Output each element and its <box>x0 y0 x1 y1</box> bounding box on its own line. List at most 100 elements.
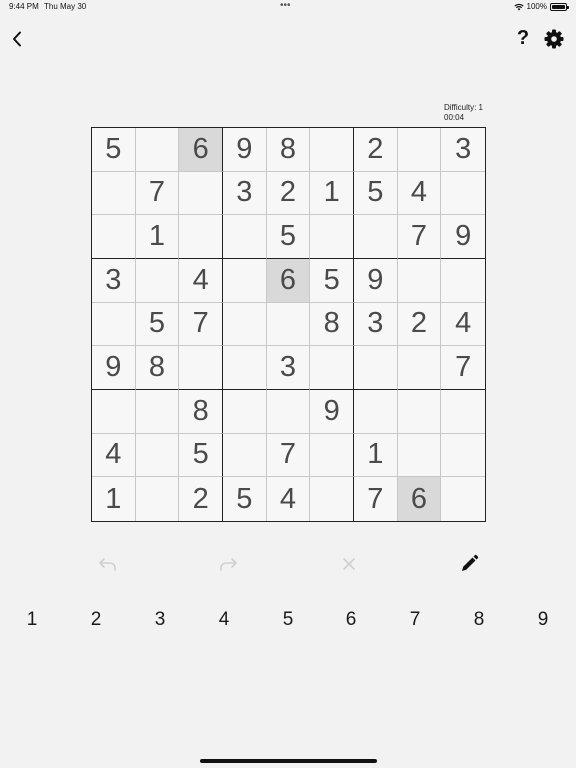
number-key-3[interactable]: 3 <box>144 605 176 635</box>
sudoku-cell[interactable] <box>310 215 354 259</box>
sudoku-cell[interactable]: 1 <box>354 433 398 478</box>
sudoku-cell[interactable]: 9 <box>354 259 398 303</box>
sudoku-cell[interactable] <box>397 390 442 434</box>
sudoku-cell[interactable] <box>310 477 354 521</box>
sudoku-cell[interactable]: 8 <box>266 128 311 172</box>
number-key-5[interactable]: 5 <box>272 605 304 635</box>
sudoku-cell[interactable]: 4 <box>179 259 223 303</box>
sudoku-cell[interactable] <box>310 346 354 390</box>
number-key-6[interactable]: 6 <box>335 605 367 635</box>
sudoku-cell[interactable]: 3 <box>354 302 398 347</box>
sudoku-cell[interactable] <box>354 346 398 390</box>
sudoku-cell[interactable] <box>441 259 485 303</box>
sudoku-cell[interactable] <box>441 433 485 478</box>
sudoku-cell[interactable] <box>397 259 442 303</box>
status-time: 9:44 PM <box>9 2 39 11</box>
sudoku-cell[interactable]: 4 <box>266 477 311 521</box>
sudoku-cell[interactable]: 1 <box>310 171 354 216</box>
sudoku-cell[interactable]: 6 <box>397 477 442 521</box>
sudoku-cell[interactable]: 7 <box>135 171 180 216</box>
number-key-1[interactable]: 1 <box>16 605 48 635</box>
sudoku-cell[interactable]: 9 <box>92 346 136 390</box>
sudoku-cell[interactable] <box>310 433 354 478</box>
sudoku-cell[interactable]: 5 <box>223 477 267 521</box>
sudoku-cell[interactable] <box>135 128 180 172</box>
sudoku-cell[interactable] <box>92 171 136 216</box>
sudoku-cell[interactable] <box>223 302 267 347</box>
sudoku-cell[interactable]: 4 <box>397 171 442 216</box>
number-key-7[interactable]: 7 <box>399 605 431 635</box>
sudoku-cell[interactable] <box>92 215 136 259</box>
undo-button[interactable] <box>96 552 120 576</box>
sudoku-cell[interactable]: 4 <box>92 433 136 478</box>
sudoku-cell[interactable]: 8 <box>135 346 180 390</box>
pencil-button[interactable] <box>457 552 481 576</box>
sudoku-cell[interactable]: 8 <box>310 302 354 347</box>
home-indicator[interactable] <box>200 759 377 763</box>
sudoku-cell[interactable] <box>223 215 267 259</box>
number-key-9[interactable]: 9 <box>527 605 559 635</box>
sudoku-cell[interactable]: 7 <box>441 346 485 390</box>
sudoku-cell[interactable] <box>92 390 136 434</box>
sudoku-cell[interactable]: 2 <box>354 128 398 172</box>
sudoku-cell[interactable] <box>397 128 442 172</box>
sudoku-cell[interactable] <box>266 390 311 434</box>
sudoku-cell[interactable] <box>354 215 398 259</box>
help-button[interactable]: ? <box>513 27 533 51</box>
sudoku-cell[interactable]: 3 <box>92 259 136 303</box>
sudoku-cell[interactable]: 7 <box>354 477 398 521</box>
sudoku-cell[interactable]: 3 <box>266 346 311 390</box>
sudoku-cell[interactable]: 7 <box>397 215 442 259</box>
multitasking-dots[interactable]: ••• <box>280 0 291 11</box>
sudoku-cell[interactable] <box>179 346 223 390</box>
sudoku-cell[interactable] <box>223 259 267 303</box>
sudoku-cell[interactable]: 1 <box>135 215 180 259</box>
sudoku-cell[interactable] <box>397 346 442 390</box>
sudoku-cell[interactable]: 2 <box>266 171 311 216</box>
erase-button[interactable] <box>337 552 361 576</box>
back-button[interactable] <box>6 28 28 50</box>
sudoku-cell[interactable]: 6 <box>179 128 223 172</box>
sudoku-cell[interactable] <box>135 477 180 521</box>
sudoku-cell[interactable] <box>223 433 267 478</box>
sudoku-cell[interactable] <box>441 171 485 216</box>
sudoku-cell[interactable]: 5 <box>179 433 223 478</box>
sudoku-cell[interactable]: 5 <box>354 171 398 216</box>
sudoku-cell[interactable] <box>135 433 180 478</box>
sudoku-cell[interactable]: 2 <box>179 477 223 521</box>
sudoku-cell[interactable]: 5 <box>310 259 354 303</box>
sudoku-cell[interactable] <box>310 128 354 172</box>
sudoku-cell[interactable]: 9 <box>310 390 354 434</box>
sudoku-cell[interactable] <box>223 346 267 390</box>
sudoku-cell[interactable]: 5 <box>92 128 136 172</box>
sudoku-cell[interactable] <box>179 171 223 216</box>
sudoku-cell[interactable]: 6 <box>266 259 311 303</box>
sudoku-cell[interactable]: 5 <box>266 215 311 259</box>
sudoku-cell[interactable]: 9 <box>223 128 267 172</box>
sudoku-cell[interactable]: 1 <box>92 477 136 521</box>
sudoku-cell[interactable] <box>397 433 442 478</box>
sudoku-cell[interactable]: 5 <box>135 302 180 347</box>
number-key-8[interactable]: 8 <box>463 605 495 635</box>
sudoku-cell[interactable]: 9 <box>441 215 485 259</box>
sudoku-cell[interactable]: 2 <box>397 302 442 347</box>
sudoku-cell[interactable]: 7 <box>266 433 311 478</box>
redo-button[interactable] <box>216 552 240 576</box>
number-key-2[interactable]: 2 <box>80 605 112 635</box>
sudoku-cell[interactable] <box>179 215 223 259</box>
sudoku-cell[interactable]: 7 <box>179 302 223 347</box>
settings-button[interactable] <box>544 29 564 49</box>
sudoku-cell[interactable] <box>135 390 180 434</box>
sudoku-cell[interactable] <box>135 259 180 303</box>
number-key-4[interactable]: 4 <box>208 605 240 635</box>
sudoku-cell[interactable] <box>441 390 485 434</box>
sudoku-cell[interactable]: 3 <box>223 171 267 216</box>
sudoku-cell[interactable]: 3 <box>441 128 485 172</box>
sudoku-cell[interactable] <box>266 302 311 347</box>
sudoku-cell[interactable]: 4 <box>441 302 485 347</box>
sudoku-cell[interactable] <box>223 390 267 434</box>
sudoku-cell[interactable] <box>354 390 398 434</box>
sudoku-cell[interactable]: 8 <box>179 390 223 434</box>
sudoku-cell[interactable] <box>441 477 485 521</box>
sudoku-cell[interactable] <box>92 302 136 347</box>
